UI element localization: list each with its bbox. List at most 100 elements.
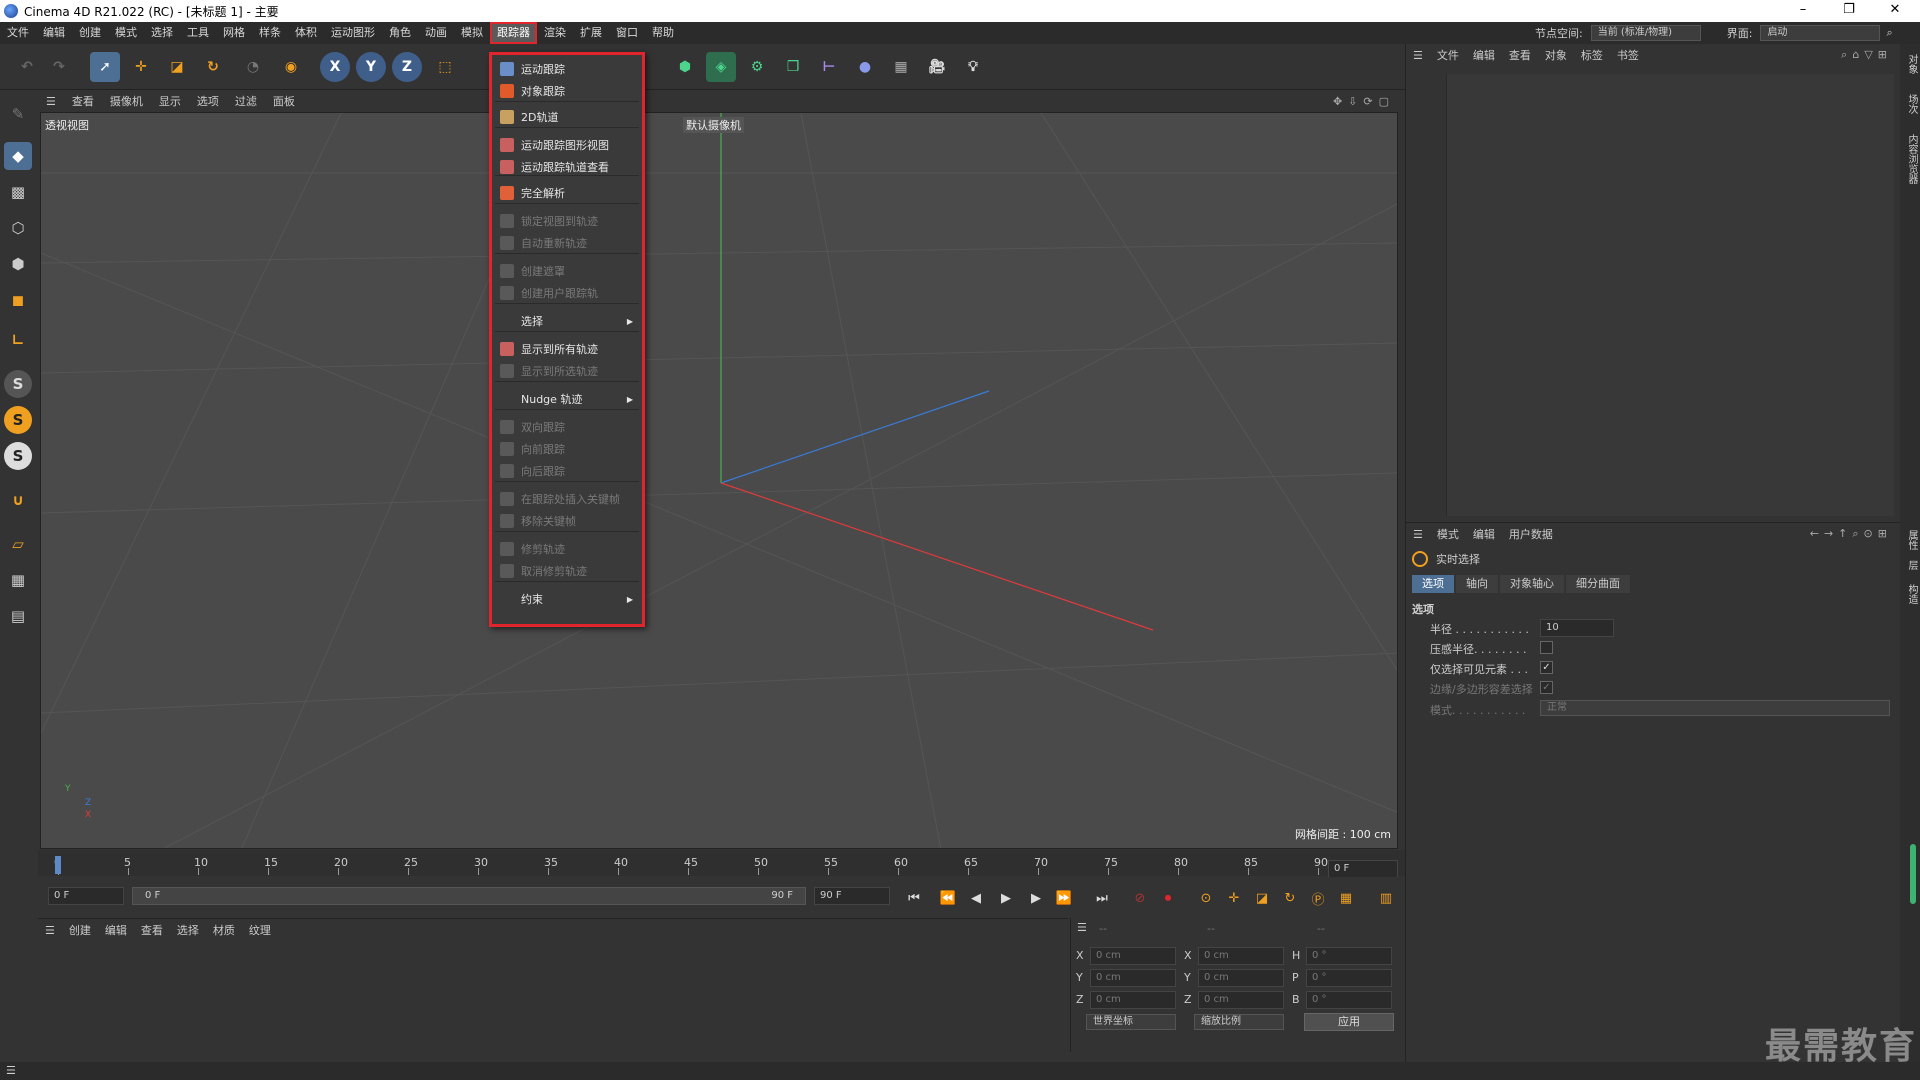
tracker-menu-item-4[interactable]: 运动跟踪轨道查看 bbox=[495, 157, 639, 177]
lock-workplane-icon[interactable]: ▦ bbox=[4, 566, 32, 594]
record-icon[interactable]: ⏺ bbox=[1156, 886, 1180, 910]
next-key-icon[interactable]: ⏩ bbox=[1052, 886, 1076, 910]
tracker-menu-item-6[interactable]: 锁定视图到轨迹 bbox=[495, 211, 639, 231]
timeline-window-icon[interactable]: ▥ bbox=[1374, 886, 1398, 910]
tracker-menu-item-18[interactable]: 移除关键帧 bbox=[495, 511, 639, 531]
deformer-icon[interactable]: ⊢ bbox=[814, 52, 844, 82]
light-icon[interactable]: 💡︎ bbox=[958, 52, 988, 82]
object-list[interactable] bbox=[1446, 74, 1894, 516]
strip-tab-content-browser[interactable]: 内容浏览器 bbox=[1904, 134, 1919, 184]
prev-key-icon[interactable]: ⏪ bbox=[936, 886, 960, 910]
perspective-viewport[interactable]: 透视视图 默认摄像机 网格间距 : 100 cm Y Z X bbox=[40, 112, 1398, 849]
object-menu-icon[interactable]: ☰ bbox=[1406, 49, 1430, 62]
snap-settings-icon[interactable]: S bbox=[4, 406, 32, 434]
search-icon[interactable]: ⌕ bbox=[1886, 26, 1892, 40]
go-to-start-icon[interactable]: ⏮ bbox=[902, 886, 926, 910]
menu-tracker[interactable]: 跟踪器 bbox=[490, 22, 537, 44]
tracker-menu-item-13[interactable]: Nudge 轨迹 ▶ bbox=[495, 389, 639, 409]
planar-workplane-icon[interactable]: ▤ bbox=[4, 602, 32, 630]
points-mode-icon[interactable]: ⬡ bbox=[4, 214, 32, 242]
live-selection-icon[interactable]: ◉ bbox=[276, 52, 306, 82]
restore-button[interactable]: ❐ bbox=[1826, 0, 1872, 22]
render-settings-icon[interactable]: ⚙ bbox=[742, 52, 772, 82]
menu-select[interactable]: 选择 bbox=[144, 22, 180, 44]
material-menu-material[interactable]: 材质 bbox=[206, 922, 242, 938]
viewport-nav-icons[interactable]: ✥⇩⟳▢ bbox=[1333, 95, 1395, 108]
attr-menu-userdata[interactable]: 用户数据 bbox=[1502, 526, 1560, 542]
edges-mode-icon[interactable]: ⬢ bbox=[4, 250, 32, 278]
start-frame-field[interactable]: 0 F bbox=[48, 887, 124, 905]
attr-menu-edit[interactable]: 编辑 bbox=[1466, 526, 1502, 542]
close-button[interactable]: ✕ bbox=[1872, 0, 1918, 22]
coord-value-field[interactable]: 0 ° bbox=[1306, 969, 1392, 987]
make-editable-icon[interactable]: ✎ bbox=[4, 100, 32, 128]
redo-icon[interactable]: ↷ bbox=[44, 52, 74, 82]
z-axis-lock-icon[interactable]: Z bbox=[392, 52, 422, 82]
material-menu-texture[interactable]: 纹理 bbox=[242, 922, 278, 938]
coordinate-system-icon[interactable]: ⬚ bbox=[430, 52, 460, 82]
autokey-icon[interactable]: ⊙ bbox=[1194, 886, 1218, 910]
tracker-menu-item-5[interactable]: 完全解析 bbox=[495, 183, 639, 203]
cube-object-icon[interactable]: ❒ bbox=[778, 52, 808, 82]
viewport-menu-display[interactable]: 显示 bbox=[151, 93, 189, 109]
prev-frame-icon[interactable]: ◀ bbox=[964, 886, 988, 910]
menu-help[interactable]: 帮助 bbox=[645, 22, 681, 44]
strip-tab-takes[interactable]: 场次 bbox=[1904, 94, 1919, 114]
key-rotation-icon[interactable]: ↻ bbox=[1278, 886, 1302, 910]
tracker-menu-item-3[interactable]: 运动跟踪图形视图 bbox=[495, 135, 639, 155]
key-pla-icon[interactable]: ▦ bbox=[1334, 886, 1358, 910]
x-axis-lock-icon[interactable]: X bbox=[320, 52, 350, 82]
camera-icon[interactable]: 🎥︎ bbox=[922, 52, 952, 82]
menu-create[interactable]: 创建 bbox=[72, 22, 108, 44]
menu-file[interactable]: 文件 bbox=[0, 22, 36, 44]
move-tool-icon[interactable]: ✛ bbox=[126, 52, 156, 82]
tracker-menu-item-7[interactable]: 自动重新轨迹 bbox=[495, 233, 639, 253]
material-menu-select[interactable]: 选择 bbox=[170, 922, 206, 938]
tracker-menu-item-16[interactable]: 向后跟踪 bbox=[495, 461, 639, 481]
render-picture-icon[interactable]: ◈ bbox=[706, 52, 736, 82]
coord-value-field[interactable]: 0 cm bbox=[1090, 947, 1176, 965]
y-axis-lock-icon[interactable]: Y bbox=[356, 52, 386, 82]
workplane-icon[interactable]: ▱ bbox=[4, 530, 32, 558]
tracker-menu-item-2[interactable]: 2D轨道 bbox=[495, 107, 639, 127]
strip-tab-construct[interactable]: 构造 bbox=[1904, 584, 1919, 604]
pressure-radius-checkbox[interactable] bbox=[1540, 641, 1553, 654]
record-disabled-icon[interactable]: ⊘ bbox=[1128, 886, 1152, 910]
menu-edit[interactable]: 编辑 bbox=[36, 22, 72, 44]
timeline-ruler[interactable] bbox=[38, 850, 1405, 876]
object-menu-file[interactable]: 文件 bbox=[1430, 47, 1466, 63]
viewport-menu-camera[interactable]: 摄像机 bbox=[102, 93, 151, 109]
minimize-button[interactable]: – bbox=[1780, 0, 1826, 22]
snap-icon[interactable]: S bbox=[4, 370, 32, 398]
texture-mode-icon[interactable]: ▩ bbox=[4, 178, 32, 206]
material-menu-view[interactable]: 查看 bbox=[134, 922, 170, 938]
radius-field[interactable]: 10 bbox=[1540, 619, 1614, 637]
quantize-icon[interactable]: S bbox=[4, 442, 32, 470]
menu-animate[interactable]: 动画 bbox=[418, 22, 454, 44]
scale-tool-icon[interactable]: ◪ bbox=[162, 52, 192, 82]
tracker-menu-item-15[interactable]: 向前跟踪 bbox=[495, 439, 639, 459]
tracker-menu-item-11[interactable]: 显示到所有轨迹 bbox=[495, 339, 639, 359]
magnet-icon[interactable]: ∪ bbox=[4, 486, 32, 514]
coords-menu-icon[interactable]: ☰ bbox=[1077, 921, 1087, 934]
tracker-menu-item-14[interactable]: 双向跟踪 bbox=[495, 417, 639, 437]
key-scale-icon[interactable]: ◪ bbox=[1250, 886, 1274, 910]
undo-icon[interactable]: ↶ bbox=[12, 52, 42, 82]
coord-value-field[interactable]: 0 cm bbox=[1090, 991, 1176, 1009]
sphere-icon[interactable]: ● bbox=[850, 52, 880, 82]
material-menu-icon[interactable]: ☰ bbox=[38, 924, 62, 937]
object-menu-edit[interactable]: 编辑 bbox=[1466, 47, 1502, 63]
attr-nav-icons[interactable]: ←→↑⌕⊙⊞ bbox=[1810, 527, 1892, 541]
world-coords-select[interactable]: 世界坐标 bbox=[1086, 1014, 1176, 1030]
menu-render[interactable]: 渲染 bbox=[537, 22, 573, 44]
viewport-menu-panel[interactable]: 面板 bbox=[265, 93, 303, 109]
tracker-menu-item-9[interactable]: 创建用户跟踪轨 bbox=[495, 283, 639, 303]
menu-mode[interactable]: 模式 bbox=[108, 22, 144, 44]
menu-mograph[interactable]: 运动图形 bbox=[324, 22, 382, 44]
menu-spline[interactable]: 样条 bbox=[252, 22, 288, 44]
tracker-menu-item-8[interactable]: 创建遮罩 bbox=[495, 261, 639, 281]
material-menu-edit[interactable]: 编辑 bbox=[98, 922, 134, 938]
rotate-tool-icon[interactable]: ↻ bbox=[198, 52, 228, 82]
attr-menu-icon[interactable]: ☰ bbox=[1406, 528, 1430, 541]
tracker-menu-item-17[interactable]: 在跟踪处插入关键帧 bbox=[495, 489, 639, 509]
